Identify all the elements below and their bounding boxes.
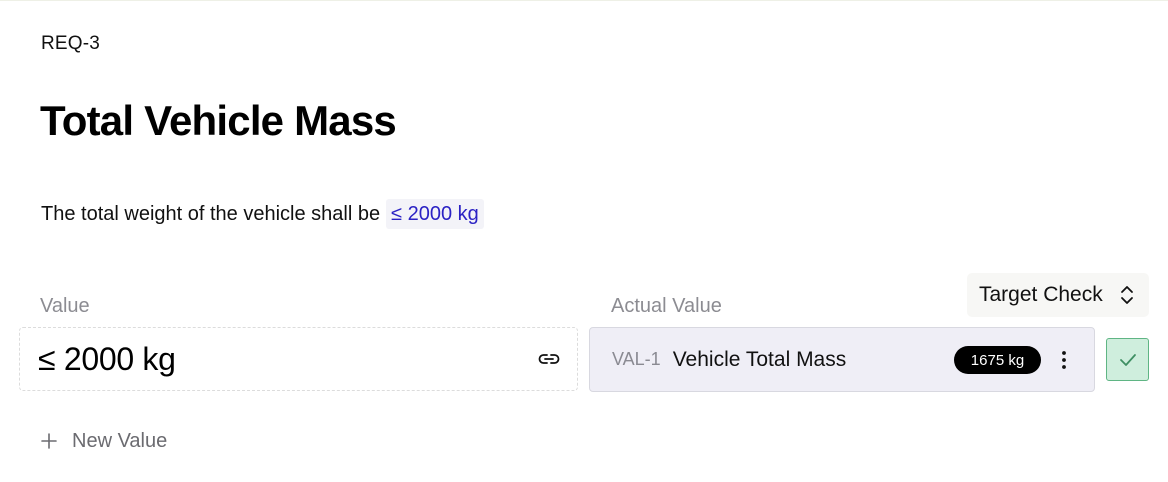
description-text: The total weight of the vehicle shall be bbox=[41, 202, 381, 225]
actual-value-column-label: Actual Value bbox=[611, 295, 722, 317]
actual-value-id: VAL-1 bbox=[612, 349, 661, 369]
check-status-button[interactable] bbox=[1106, 338, 1149, 381]
page-title[interactable]: Total Vehicle Mass bbox=[40, 96, 397, 146]
value-field[interactable]: ≤ 2000 kg bbox=[19, 327, 578, 391]
target-check-select[interactable]: Target Check bbox=[967, 273, 1149, 317]
value-text[interactable]: ≤ 2000 kg bbox=[38, 341, 176, 378]
top-divider bbox=[0, 0, 1168, 1]
actual-value-name: Vehicle Total Mass bbox=[672, 347, 847, 371]
new-value-label: New Value bbox=[72, 429, 168, 452]
actual-value-badge: 1675 kg bbox=[954, 346, 1041, 374]
target-check-label: Target Check bbox=[979, 283, 1103, 306]
link-icon[interactable] bbox=[537, 350, 561, 368]
description-value-chip[interactable]: ≤ 2000 kg bbox=[386, 199, 484, 229]
more-vertical-icon[interactable] bbox=[1060, 348, 1068, 372]
plus-icon bbox=[41, 433, 57, 449]
new-value-button[interactable]: New Value bbox=[40, 428, 167, 454]
requirement-description[interactable]: The total weight of the vehicle shall be… bbox=[41, 199, 484, 229]
requirement-id: REQ-3 bbox=[41, 33, 101, 54]
value-column-label: Value bbox=[40, 295, 90, 317]
chevron-up-down-icon bbox=[1121, 286, 1133, 304]
actual-value-card[interactable]: VAL-1 Vehicle Total Mass 1675 kg bbox=[589, 327, 1095, 392]
check-icon bbox=[1119, 353, 1136, 366]
